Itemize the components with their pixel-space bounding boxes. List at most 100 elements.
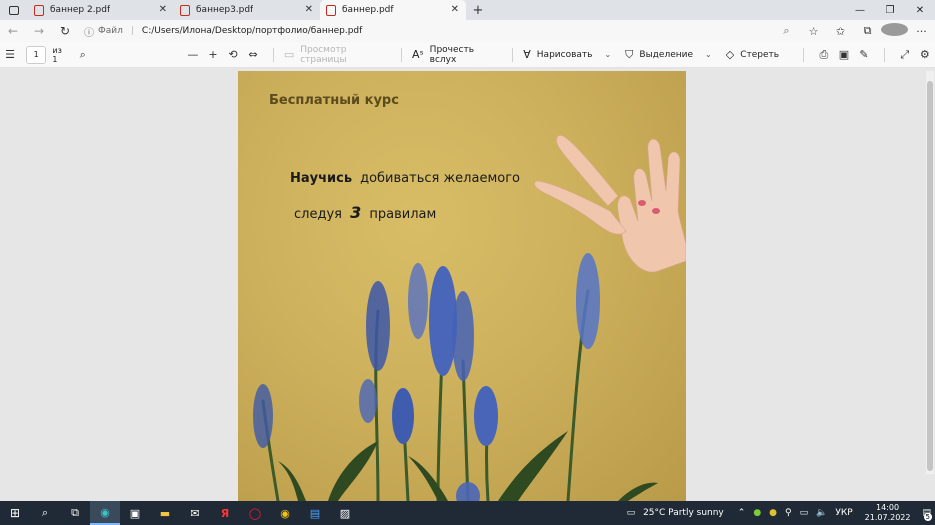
info-icon[interactable]: ⓘ bbox=[84, 24, 94, 39]
task-view-button[interactable]: ⧉ bbox=[60, 501, 90, 525]
pdf-toolbar: ☰ 1 из 1 ⌕ — + ⟲ ⇔ ▭ Просмотр страницы A… bbox=[0, 42, 935, 68]
tagline-start: следуя bbox=[294, 207, 342, 222]
taskbar: ⊞ ⌕ ⧉ ◉ ▣ ▬ ✉ Я ◯ ◉ ▤ ▨ ▭ 25°C Partly su… bbox=[0, 501, 935, 525]
rotate-icon[interactable]: ⟲ bbox=[223, 48, 243, 61]
tab-actions-icon bbox=[9, 5, 19, 15]
tab-bar: баннер 2.pdf ✕ баннер3.pdf ✕ баннер.pdf … bbox=[0, 0, 935, 20]
close-icon[interactable]: ✕ bbox=[451, 4, 459, 15]
page-view-label: Просмотр страницы bbox=[300, 44, 347, 65]
search-icon[interactable]: ⌕ bbox=[73, 48, 93, 62]
tab-actions-button[interactable] bbox=[0, 0, 28, 20]
restore-icon[interactable]: ❐ bbox=[875, 0, 905, 20]
start-button[interactable]: ⊞ bbox=[0, 501, 30, 525]
mail-icon: ✉ bbox=[190, 506, 200, 520]
erase-button[interactable]: ◇ Стереть bbox=[726, 48, 779, 61]
read-aloud-label: Прочесть вслух bbox=[429, 44, 475, 65]
store-button[interactable]: ▣ bbox=[120, 501, 150, 525]
scrollbar-thumb[interactable] bbox=[927, 81, 933, 471]
page-count: из 1 bbox=[52, 45, 62, 64]
fullscreen-icon[interactable]: ⤢ bbox=[895, 48, 915, 62]
battery-icon[interactable]: ▭ bbox=[800, 508, 809, 518]
page-number-input[interactable]: 1 bbox=[26, 45, 47, 64]
back-icon[interactable]: ← bbox=[0, 24, 26, 38]
print-icon[interactable]: ⎙ bbox=[814, 48, 834, 62]
photos-icon: ▨ bbox=[339, 506, 351, 520]
zoom-in-icon[interactable]: + bbox=[203, 48, 223, 61]
tab-banner-3[interactable]: баннер3.pdf ✕ bbox=[174, 0, 320, 20]
chrome-icon: ◉ bbox=[280, 506, 290, 520]
clock-date: 21.07.2022 bbox=[864, 513, 911, 522]
address-bar: ← → ↻ ⓘ Файл | C:/Users/Илона/Desktop/по… bbox=[0, 20, 935, 42]
clock[interactable]: 14:00 21.07.2022 bbox=[865, 503, 911, 523]
toolbar-divider bbox=[273, 47, 274, 62]
close-icon[interactable]: ✕ bbox=[305, 4, 313, 15]
mail-button[interactable]: ✉ bbox=[180, 501, 210, 525]
edge-icon: ◉ bbox=[100, 505, 110, 519]
photos-button[interactable]: ▨ bbox=[330, 501, 360, 525]
page-view-button[interactable]: ▭ Просмотр страницы bbox=[284, 45, 377, 65]
tab-banner-2[interactable]: баннер 2.pdf ✕ bbox=[28, 0, 174, 20]
eraser-icon: ◇ bbox=[725, 48, 735, 61]
weather-icon[interactable]: ▭ bbox=[627, 508, 636, 518]
new-tab-button[interactable]: + bbox=[466, 0, 490, 20]
read-aloud-button[interactable]: A͏ˢ Прочесть вслух bbox=[412, 45, 488, 65]
explorer-button[interactable]: ▬ bbox=[150, 501, 180, 525]
chevron-down-icon[interactable]: ⌄ bbox=[705, 50, 712, 59]
zoom-out-icon[interactable]: — bbox=[183, 48, 203, 61]
read-aloud-icon: A͏ˢ bbox=[412, 48, 424, 61]
search-button[interactable]: ⌕ bbox=[30, 501, 60, 525]
forward-icon[interactable]: → bbox=[26, 24, 52, 38]
chrome-button[interactable]: ◉ bbox=[270, 501, 300, 525]
collections-icon[interactable]: ⧉ bbox=[854, 24, 881, 38]
save-icon[interactable]: ▣ bbox=[834, 48, 854, 61]
url-field[interactable]: ⓘ Файл | C:/Users/Илона/Desktop/портфоли… bbox=[84, 22, 362, 40]
highlight-button[interactable]: ⛉ Выделение ⌄ bbox=[625, 48, 712, 62]
close-window-icon[interactable]: ✕ bbox=[905, 0, 935, 20]
files-button[interactable]: ▤ bbox=[300, 501, 330, 525]
opera-button[interactable]: ◯ bbox=[240, 501, 270, 525]
close-icon[interactable]: ✕ bbox=[159, 4, 167, 15]
pen-icon: ∀ bbox=[523, 48, 531, 61]
yandex-button[interactable]: Я bbox=[210, 501, 240, 525]
add-favorite-icon[interactable]: ☆ bbox=[800, 25, 827, 38]
vertical-scrollbar[interactable] bbox=[926, 71, 934, 474]
minimize-icon[interactable]: — bbox=[845, 0, 875, 20]
profile-button[interactable] bbox=[881, 23, 908, 39]
chevron-up-icon[interactable]: ⌃ bbox=[738, 508, 746, 518]
weather-text[interactable]: 25°C Partly sunny bbox=[643, 508, 724, 518]
tray-app-icon[interactable]: ● bbox=[753, 508, 761, 518]
save-as-icon[interactable]: ✎ bbox=[854, 48, 874, 61]
plus-icon: + bbox=[472, 2, 484, 18]
tagline-bold: Научись bbox=[290, 171, 353, 186]
toolbar-divider bbox=[883, 47, 885, 62]
file-label: Файл bbox=[98, 26, 123, 36]
tray-app-icon[interactable]: ● bbox=[769, 508, 777, 518]
highlighter-icon: ⛉ bbox=[625, 47, 634, 61]
banner-illustration bbox=[253, 135, 686, 501]
yandex-icon: Я bbox=[220, 506, 230, 520]
reload-icon[interactable]: ↻ bbox=[52, 24, 78, 38]
system-tray: ▭ 25°C Partly sunny ⌃ ● ● ⚲ ▭ 🔈 УКР 14:0… bbox=[623, 501, 935, 525]
more-icon[interactable]: ··· bbox=[908, 25, 935, 38]
language-indicator[interactable]: УКР bbox=[835, 508, 852, 518]
url-text[interactable]: C:/Users/Илона/Desktop/портфолио/баннер.… bbox=[142, 26, 362, 36]
notifications-icon[interactable]: ▤5 bbox=[922, 508, 932, 521]
settings-icon[interactable]: ⚙ bbox=[915, 48, 935, 61]
edge-button[interactable]: ◉ bbox=[90, 501, 120, 525]
tab-title: баннер 2.pdf bbox=[50, 5, 111, 15]
volume-icon[interactable]: 🔈 bbox=[816, 508, 827, 518]
store-icon: ▣ bbox=[129, 506, 141, 520]
erase-label: Стереть bbox=[740, 49, 780, 60]
clock-time: 14:00 bbox=[876, 503, 900, 512]
tab-banner[interactable]: баннер.pdf ✕ bbox=[320, 0, 466, 20]
files-icon: ▤ bbox=[309, 506, 321, 520]
window-controls: — ❐ ✕ bbox=[845, 0, 935, 20]
chevron-down-icon[interactable]: ⌄ bbox=[604, 50, 611, 59]
tray-app-icon[interactable]: ⚲ bbox=[785, 508, 792, 518]
favorites-icon[interactable]: ✩ bbox=[827, 25, 854, 38]
draw-button[interactable]: ∀ Нарисовать ⌄ bbox=[523, 48, 611, 61]
fit-page-icon[interactable]: ⇔ bbox=[243, 48, 263, 61]
zoom-icon[interactable]: ⌕ bbox=[773, 24, 800, 38]
tagline-end: правилам bbox=[369, 207, 437, 222]
contents-icon[interactable]: ☰ bbox=[0, 48, 20, 61]
